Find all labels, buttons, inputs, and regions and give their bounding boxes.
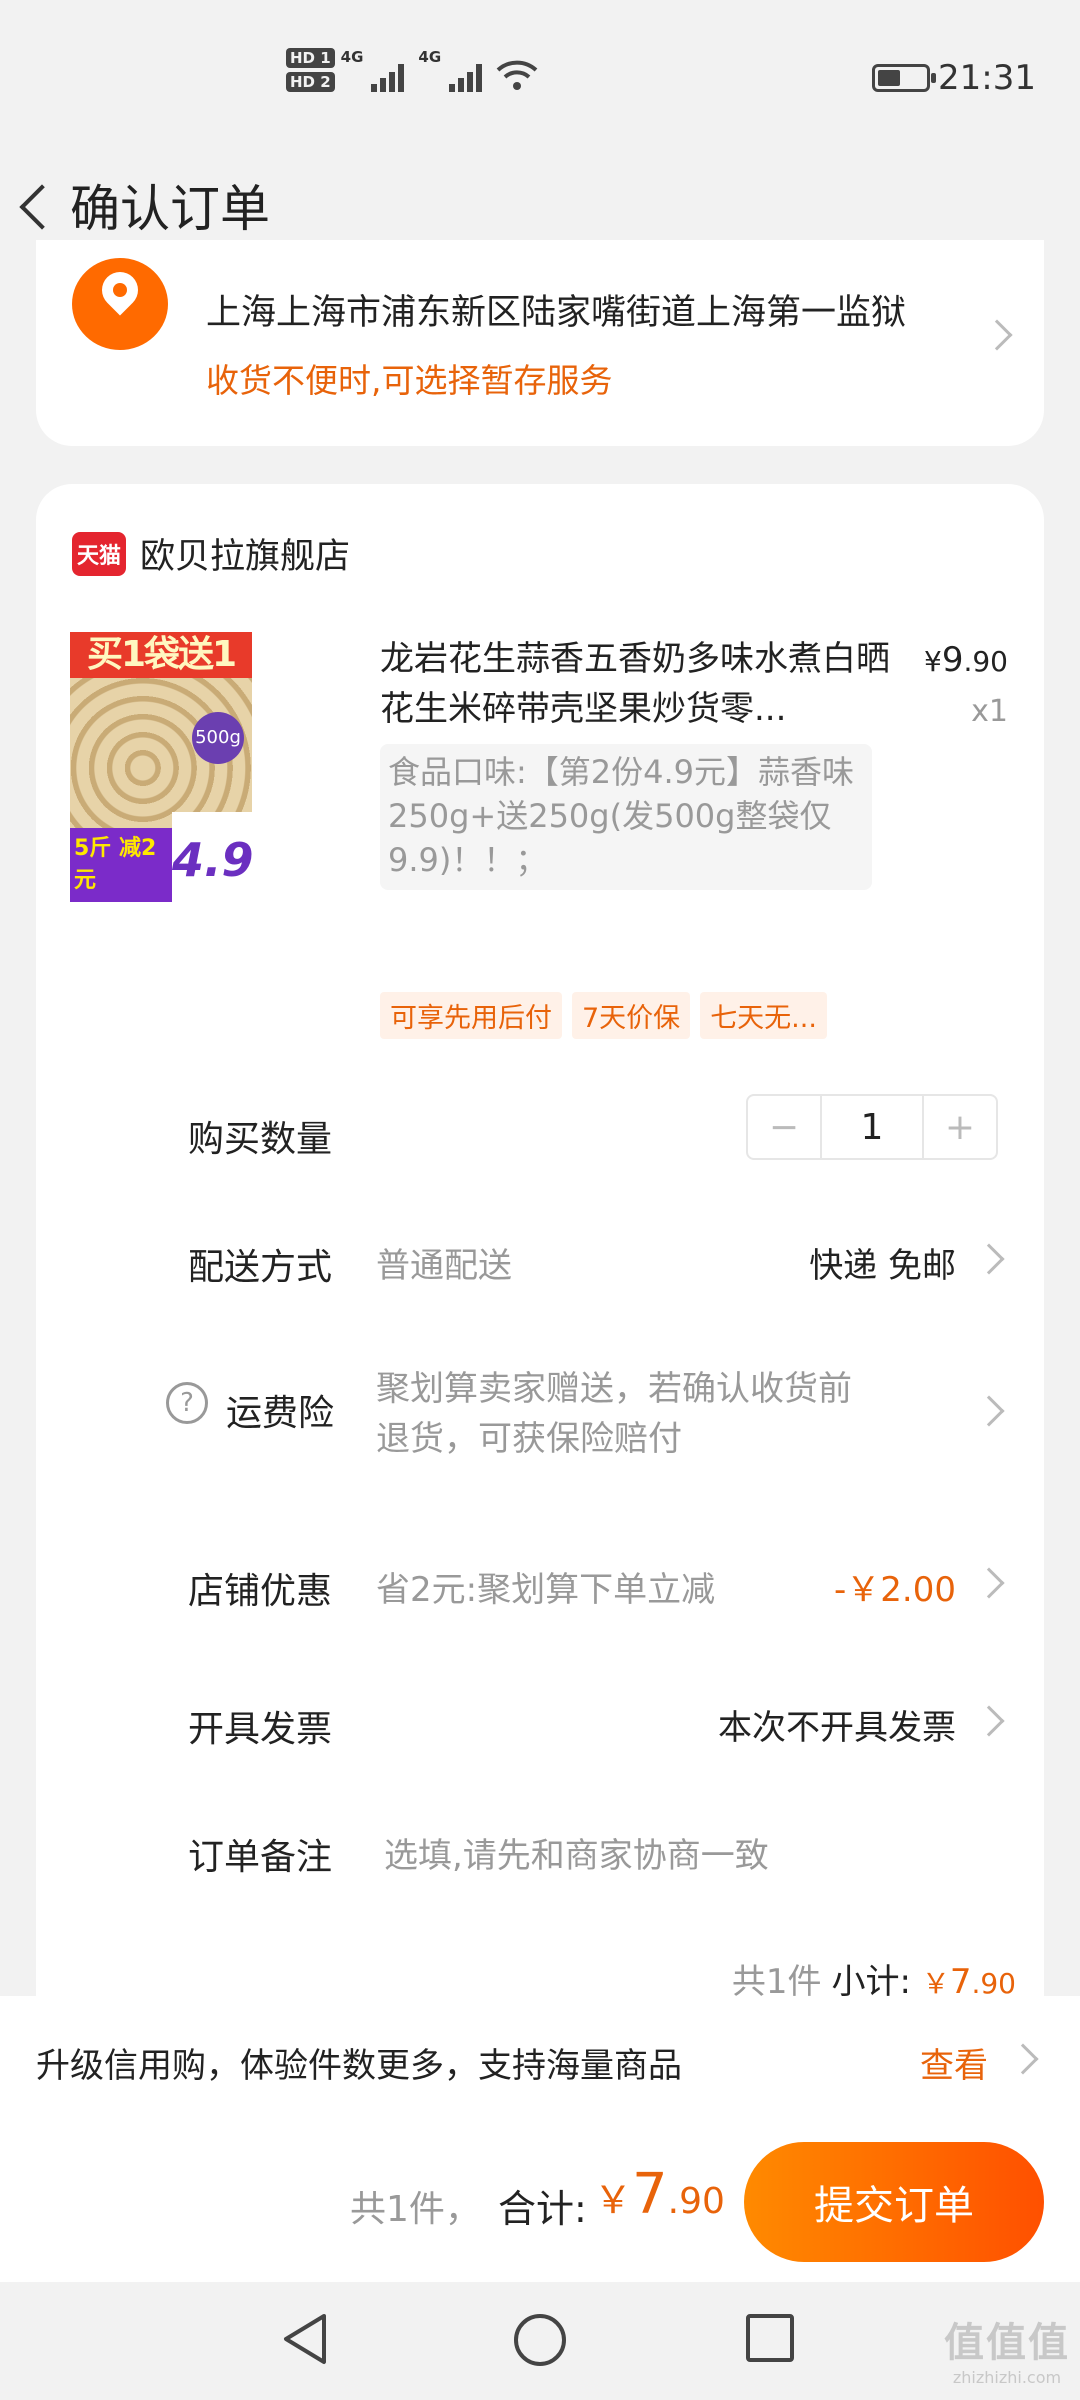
chevron-right-icon	[973, 1705, 1005, 1737]
network-type-2: 4G	[418, 48, 442, 66]
chevron-right-icon	[973, 1243, 1005, 1275]
shop-name: 欧贝拉旗舰店	[140, 537, 351, 577]
total-label: 合计:	[498, 2187, 587, 2231]
chevron-right-icon	[973, 1395, 1005, 1427]
watermark-logo: 值值值	[944, 2320, 1070, 2366]
product-image-promo-text: 5斤 减2元	[74, 836, 157, 893]
increase-button[interactable]: +	[924, 1096, 996, 1158]
location-pin-icon	[72, 258, 168, 350]
nav-back-icon[interactable]	[280, 2312, 330, 2366]
battery-icon	[872, 64, 936, 92]
submit-order-button[interactable]: 提交订单	[744, 2142, 1044, 2262]
checkout-bar: 共1件， 合计: ￥7.90 提交订单	[0, 2122, 1080, 2282]
insurance-desc-line1: 聚划算卖家赠送，若确认收货前	[376, 1369, 852, 1409]
delivery-row[interactable]: 配送方式 普通配送 快递 免邮	[36, 1218, 1044, 1298]
address-card[interactable]: 上海上海市浦东新区陆家嘴街道上海第一监狱 收货不便时,可选择暂存服务	[36, 240, 1044, 446]
invoice-label: 开具发票	[188, 1709, 333, 1750]
tmall-icon: 天猫	[72, 531, 126, 576]
product-spec[interactable]: 食品口味:【第2份4.9元】蒜香味250g+送250g(发500g整袋仅9.9)…	[380, 744, 872, 890]
decrease-button[interactable]: −	[748, 1096, 820, 1158]
total-count: 共1件，	[350, 2189, 481, 2230]
delivery-method: 普通配送	[376, 1246, 512, 1286]
back-arrow-icon[interactable]	[14, 185, 54, 225]
discount-desc: 省2元:聚划算下单立减	[376, 1570, 716, 1610]
insurance-desc: 聚划算卖家赠送，若确认收货前 退货，可获保险赔付	[376, 1364, 852, 1464]
chevron-right-icon	[1007, 2043, 1039, 2075]
shop-discount-row[interactable]: 店铺优惠 省2元:聚划算下单立减 -￥2.00	[36, 1542, 1044, 1622]
price-decimal: .90	[963, 645, 1008, 678]
service-tags: 可享先用后付 7天价保 七天无...	[380, 992, 827, 1039]
price-currency: ¥	[924, 645, 942, 678]
quantity-stepper: − 1 +	[746, 1094, 998, 1160]
nav-home-icon[interactable]	[514, 2314, 566, 2366]
signal-indicators: HD 1 HD 2 4G 4G	[286, 48, 538, 92]
total-decimal: .90	[667, 2181, 725, 2222]
product-image-weight-badge: 500g	[192, 712, 244, 764]
help-icon[interactable]: ?	[166, 1382, 208, 1424]
total-amount: ￥7.90	[594, 2162, 725, 2227]
signal-2-icon	[449, 60, 483, 92]
wifi-icon	[496, 60, 538, 90]
watermark: 值值值 zhizhizhi.com	[944, 2310, 1070, 2387]
product-image-headline: 买1袋送1袋	[70, 632, 252, 721]
discount-label: 店铺优惠	[188, 1571, 333, 1612]
quantity-value[interactable]: 1	[820, 1096, 924, 1158]
service-tag: 七天无...	[700, 992, 827, 1039]
storage-service-note[interactable]: 收货不便时,可选择暂存服务	[206, 354, 613, 402]
product-image-price: 4.9	[172, 812, 252, 902]
hd2-label: HD 2	[286, 72, 335, 92]
system-nav-bar: 值值值 zhizhizhi.com	[0, 2282, 1080, 2400]
product-quantity: x1	[971, 694, 1008, 729]
invoice-value: 本次不开具发票	[718, 1708, 956, 1748]
watermark-url: zhizhizhi.com	[952, 2368, 1062, 2387]
status-bar: HD 1 HD 2 4G 4G 21:31	[0, 0, 1080, 150]
delivery-label: 配送方式	[188, 1247, 333, 1288]
signal-1-icon	[371, 60, 405, 92]
remark-label: 订单备注	[188, 1837, 333, 1878]
page-title: 确认订单	[70, 180, 270, 238]
discount-value: -￥2.00	[834, 1570, 956, 1610]
shipping-insurance-row[interactable]: ? 运费险 聚划算卖家赠送，若确认收货前 退货，可获保险赔付	[36, 1364, 1044, 1474]
product-image-promo: 5斤 减2元	[70, 828, 180, 902]
view-link[interactable]: 查看	[920, 2038, 988, 2087]
delivery-address: 上海上海市浦东新区陆家嘴街道上海第一监狱	[206, 293, 907, 333]
quantity-row: 购买数量 − 1 +	[36, 1090, 1044, 1170]
chevron-right-icon	[981, 319, 1013, 351]
insurance-desc-line2: 退货，可获保险赔付	[376, 1419, 682, 1459]
hd-indicators: HD 1 HD 2	[286, 48, 335, 92]
order-card: 天猫 欧贝拉旗舰店 买1袋送1袋 500g 5斤 减2元 4.9 龙岩花生蒜香五…	[36, 484, 1044, 2044]
insurance-label: 运费险	[226, 1393, 335, 1434]
service-tag: 7天价保	[572, 992, 691, 1039]
price-integer: 9	[941, 640, 964, 680]
product-image[interactable]: 买1袋送1袋 500g 5斤 减2元 4.9	[70, 632, 252, 902]
product-price: ¥9.90	[924, 640, 1008, 680]
network-type-1: 4G	[340, 48, 364, 66]
total-currency: ￥	[594, 2178, 633, 2222]
remark-input[interactable]: 选填,请先和商家协商一致	[384, 1828, 769, 1877]
delivery-value: 快递 免邮	[809, 1246, 956, 1286]
shop-header[interactable]: 天猫 欧贝拉旗舰店	[72, 528, 350, 579]
clock: 21:31	[938, 58, 1036, 98]
product-title[interactable]: 龙岩花生蒜香五香奶多味水煮白晒花生米碎带壳坚果炒货零...	[380, 634, 890, 734]
hd1-label: HD 1	[286, 48, 335, 68]
quantity-label: 购买数量	[188, 1119, 333, 1160]
total-integer: 7	[632, 2162, 668, 2227]
invoice-row[interactable]: 开具发票 本次不开具发票	[36, 1680, 1044, 1760]
order-remark-row: 订单备注 选填,请先和商家协商一致	[36, 1808, 1044, 1888]
chevron-right-icon	[973, 1567, 1005, 1599]
nav-recent-apps-icon[interactable]	[746, 2314, 794, 2362]
service-tag: 可享先用后付	[380, 992, 562, 1039]
promo-text: 升级信用购，体验件数更多，支持海量商品	[36, 2046, 682, 2086]
credit-promo-bar[interactable]: 升级信用购，体验件数更多，支持海量商品 查看	[0, 1996, 1080, 2122]
